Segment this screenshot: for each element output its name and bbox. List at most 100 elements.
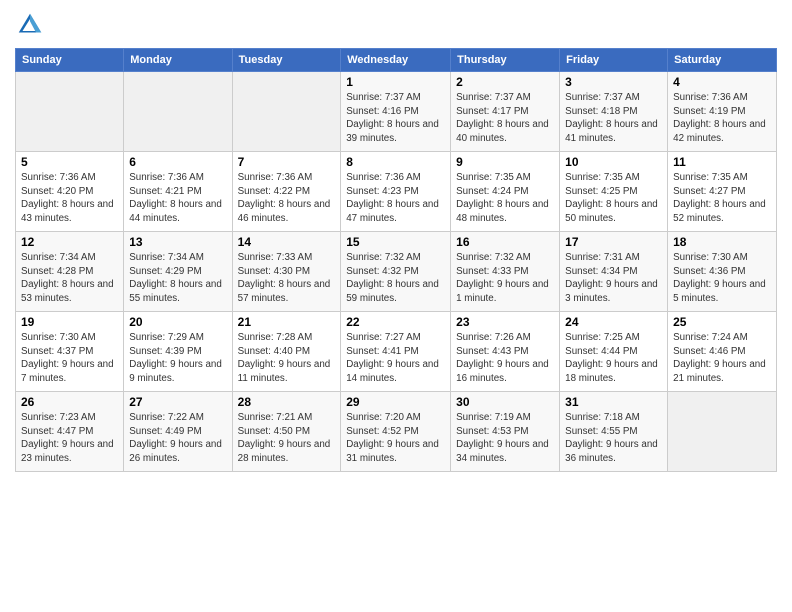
day-number: 29 xyxy=(346,395,445,409)
day-info: Sunrise: 7:37 AM Sunset: 4:16 PM Dayligh… xyxy=(346,91,445,146)
day-info: Sunrise: 7:30 AM Sunset: 4:37 PM Dayligh… xyxy=(21,331,118,386)
calendar-cell xyxy=(124,72,232,152)
day-info: Sunrise: 7:35 AM Sunset: 4:24 PM Dayligh… xyxy=(456,171,554,226)
day-of-week-header: Monday xyxy=(124,49,232,72)
day-number: 23 xyxy=(456,315,554,329)
day-number: 14 xyxy=(238,235,336,249)
calendar-cell: 22Sunrise: 7:27 AM Sunset: 4:41 PM Dayli… xyxy=(341,312,451,392)
calendar-cell: 7 Sunrise: 7:36 AM Sunset: 4:22 PM Daylig… xyxy=(232,152,341,232)
day-info: Sunrise: 7:24 AM Sunset: 4:46 PM Dayligh… xyxy=(673,331,771,386)
day-info: Sunrise: 7:36 AM Sunset: 4:19 PM Dayligh… xyxy=(673,91,771,146)
day-info: Sunrise: 7:34 AM Sunset: 4:29 PM Dayligh… xyxy=(129,251,226,306)
day-number: 18 xyxy=(673,235,771,249)
calendar-cell: 20 Sunrise: 7:29 AM Sunset: 4:39 PM Dayli… xyxy=(124,312,232,392)
calendar-cell: 16 Sunrise: 7:32 AM Sunset: 4:33 PM Dayli… xyxy=(451,232,560,312)
calendar-cell: 27 Sunrise: 7:22 AM Sunset: 4:49 PM Dayli… xyxy=(124,392,232,472)
day-info: Sunrise: 7:19 AM Sunset: 4:53 PM Dayligh… xyxy=(456,411,554,466)
day-info: Sunrise: 7:37 AM Sunset: 4:17 PM Dayligh… xyxy=(456,91,554,146)
day-info: Sunrise: 7:29 AM Sunset: 4:39 PM Dayligh… xyxy=(129,331,226,386)
calendar-cell: 12 Sunrise: 7:34 AM Sunset: 4:28 PM Dayli… xyxy=(16,232,124,312)
day-info: Sunrise: 7:34 AM Sunset: 4:28 PM Dayligh… xyxy=(21,251,118,306)
calendar-cell: 25 Sunrise: 7:24 AM Sunset: 4:46 PM Dayli… xyxy=(668,312,777,392)
day-info: Sunrise: 7:25 AM Sunset: 4:44 PM Dayligh… xyxy=(565,331,662,386)
calendar-cell: 19Sunrise: 7:30 AM Sunset: 4:37 PM Dayli… xyxy=(16,312,124,392)
calendar-week-row: 1 Sunrise: 7:37 AM Sunset: 4:16 PM Daylig… xyxy=(16,72,777,152)
calendar-cell: 10 Sunrise: 7:35 AM Sunset: 4:25 PM Dayli… xyxy=(560,152,668,232)
calendar-week-row: 12 Sunrise: 7:34 AM Sunset: 4:28 PM Dayli… xyxy=(16,232,777,312)
day-info: Sunrise: 7:28 AM Sunset: 4:40 PM Dayligh… xyxy=(238,331,336,386)
day-info: Sunrise: 7:35 AM Sunset: 4:25 PM Dayligh… xyxy=(565,171,662,226)
calendar-cell: 30 Sunrise: 7:19 AM Sunset: 4:53 PM Dayli… xyxy=(451,392,560,472)
calendar-cell: 15 Sunrise: 7:32 AM Sunset: 4:32 PM Dayli… xyxy=(341,232,451,312)
logo xyxy=(15,10,49,40)
page-container: SundayMondayTuesdayWednesdayThursdayFrid… xyxy=(0,0,792,612)
calendar-week-row: 5Sunrise: 7:36 AM Sunset: 4:20 PM Daylig… xyxy=(16,152,777,232)
day-number: 31 xyxy=(565,395,662,409)
day-number: 1 xyxy=(346,75,445,89)
calendar-week-row: 19Sunrise: 7:30 AM Sunset: 4:37 PM Dayli… xyxy=(16,312,777,392)
calendar-cell: 13 Sunrise: 7:34 AM Sunset: 4:29 PM Dayli… xyxy=(124,232,232,312)
day-info: Sunrise: 7:23 AM Sunset: 4:47 PM Dayligh… xyxy=(21,411,118,466)
calendar-cell: 26 Sunrise: 7:23 AM Sunset: 4:47 PM Dayli… xyxy=(16,392,124,472)
day-number: 17 xyxy=(565,235,662,249)
day-number: 2 xyxy=(456,75,554,89)
logo-icon xyxy=(15,10,45,40)
day-number: 30 xyxy=(456,395,554,409)
day-number: 22 xyxy=(346,315,445,329)
calendar-table: SundayMondayTuesdayWednesdayThursdayFrid… xyxy=(15,48,777,472)
day-number: 3 xyxy=(565,75,662,89)
day-number: 21 xyxy=(238,315,336,329)
calendar-header: SundayMondayTuesdayWednesdayThursdayFrid… xyxy=(16,49,777,72)
day-info: Sunrise: 7:18 AM Sunset: 4:55 PM Dayligh… xyxy=(565,411,662,466)
day-number: 6 xyxy=(129,155,226,169)
day-number: 27 xyxy=(129,395,226,409)
calendar-cell xyxy=(16,72,124,152)
calendar-week-row: 26 Sunrise: 7:23 AM Sunset: 4:47 PM Dayli… xyxy=(16,392,777,472)
day-of-week-header: Saturday xyxy=(668,49,777,72)
calendar-cell: 2 Sunrise: 7:37 AM Sunset: 4:17 PM Daylig… xyxy=(451,72,560,152)
calendar-cell: 8Sunrise: 7:36 AM Sunset: 4:23 PM Daylig… xyxy=(341,152,451,232)
day-info: Sunrise: 7:32 AM Sunset: 4:32 PM Dayligh… xyxy=(346,251,445,306)
day-of-week-header: Wednesday xyxy=(341,49,451,72)
day-number: 20 xyxy=(129,315,226,329)
calendar-cell: 21 Sunrise: 7:28 AM Sunset: 4:40 PM Dayli… xyxy=(232,312,341,392)
day-info: Sunrise: 7:32 AM Sunset: 4:33 PM Dayligh… xyxy=(456,251,554,306)
calendar-body: 1 Sunrise: 7:37 AM Sunset: 4:16 PM Daylig… xyxy=(16,72,777,472)
day-info: Sunrise: 7:36 AM Sunset: 4:23 PM Dayligh… xyxy=(346,171,445,226)
day-number: 4 xyxy=(673,75,771,89)
calendar-cell: 14 Sunrise: 7:33 AM Sunset: 4:30 PM Dayli… xyxy=(232,232,341,312)
day-info: Sunrise: 7:37 AM Sunset: 4:18 PM Dayligh… xyxy=(565,91,662,146)
day-of-week-header: Friday xyxy=(560,49,668,72)
day-number: 16 xyxy=(456,235,554,249)
calendar-cell: 5Sunrise: 7:36 AM Sunset: 4:20 PM Daylig… xyxy=(16,152,124,232)
header-row: SundayMondayTuesdayWednesdayThursdayFrid… xyxy=(16,49,777,72)
calendar-cell: 4 Sunrise: 7:36 AM Sunset: 4:19 PM Daylig… xyxy=(668,72,777,152)
day-number: 7 xyxy=(238,155,336,169)
page-header xyxy=(15,10,777,40)
day-number: 12 xyxy=(21,235,118,249)
day-number: 28 xyxy=(238,395,336,409)
calendar-cell xyxy=(668,392,777,472)
day-number: 9 xyxy=(456,155,554,169)
day-number: 24 xyxy=(565,315,662,329)
day-number: 13 xyxy=(129,235,226,249)
day-number: 10 xyxy=(565,155,662,169)
calendar-cell: 3 Sunrise: 7:37 AM Sunset: 4:18 PM Daylig… xyxy=(560,72,668,152)
calendar-cell: 24 Sunrise: 7:25 AM Sunset: 4:44 PM Dayli… xyxy=(560,312,668,392)
day-info: Sunrise: 7:30 AM Sunset: 4:36 PM Dayligh… xyxy=(673,251,771,306)
day-info: Sunrise: 7:35 AM Sunset: 4:27 PM Dayligh… xyxy=(673,171,771,226)
day-info: Sunrise: 7:36 AM Sunset: 4:20 PM Dayligh… xyxy=(21,171,118,226)
calendar-cell: 18 Sunrise: 7:30 AM Sunset: 4:36 PM Dayli… xyxy=(668,232,777,312)
day-info: Sunrise: 7:22 AM Sunset: 4:49 PM Dayligh… xyxy=(129,411,226,466)
day-info: Sunrise: 7:31 AM Sunset: 4:34 PM Dayligh… xyxy=(565,251,662,306)
day-info: Sunrise: 7:36 AM Sunset: 4:22 PM Dayligh… xyxy=(238,171,336,226)
day-info: Sunrise: 7:33 AM Sunset: 4:30 PM Dayligh… xyxy=(238,251,336,306)
calendar-cell: 29 Sunrise: 7:20 AM Sunset: 4:52 PM Dayli… xyxy=(341,392,451,472)
calendar-cell: 28 Sunrise: 7:21 AM Sunset: 4:50 PM Dayli… xyxy=(232,392,341,472)
day-number: 26 xyxy=(21,395,118,409)
day-info: Sunrise: 7:21 AM Sunset: 4:50 PM Dayligh… xyxy=(238,411,336,466)
day-info: Sunrise: 7:20 AM Sunset: 4:52 PM Dayligh… xyxy=(346,411,445,466)
day-number: 15 xyxy=(346,235,445,249)
day-number: 25 xyxy=(673,315,771,329)
day-number: 11 xyxy=(673,155,771,169)
